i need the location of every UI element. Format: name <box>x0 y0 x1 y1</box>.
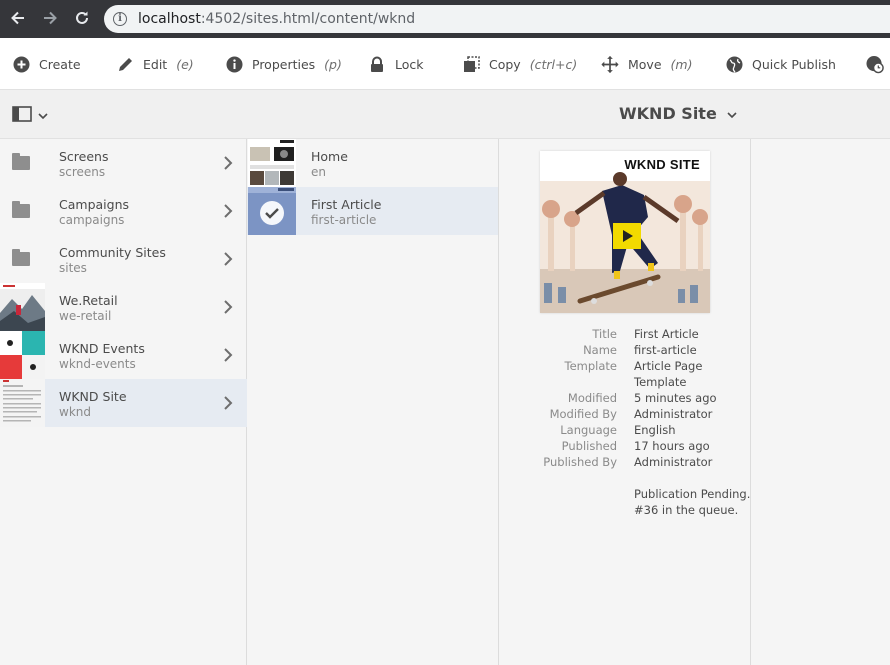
meta-name: Name first-article <box>583 343 697 357</box>
list-item-screens[interactable]: Screens screens <box>0 139 247 187</box>
empty-column <box>751 139 890 665</box>
meta-title: Title First Article <box>592 327 699 341</box>
lock-button[interactable]: Lock <box>368 38 424 90</box>
chevron-down-icon <box>38 109 48 123</box>
rail-toggle-button[interactable] <box>12 106 48 125</box>
site-info-icon[interactable]: i <box>113 12 127 26</box>
lock-icon <box>368 55 386 73</box>
list-item-first-article[interactable]: First Article first-article <box>247 187 498 235</box>
list-item-home[interactable]: Home en <box>247 139 498 187</box>
list-item-we-retail[interactable]: We.Retail we-retail <box>0 283 247 331</box>
browser-toolbar: i localhost:4502/sites.html/content/wknd <box>0 0 890 38</box>
move-button[interactable]: Move (m) <box>601 38 692 90</box>
properties-button[interactable]: Properties (p) <box>225 38 342 90</box>
column-header-bar: WKND Site <box>0 90 890 139</box>
folder-icon <box>12 201 30 218</box>
meta-language: Language English <box>560 423 676 437</box>
site-title-dropdown[interactable]: WKND Site <box>619 104 737 123</box>
column-wknd-pages: Home en First Article first-article <box>247 139 499 665</box>
we-retail-thumbnail <box>0 283 45 331</box>
page-title: WKND Site <box>619 104 717 123</box>
address-bar[interactable]: i localhost:4502/sites.html/content/wknd <box>104 5 890 33</box>
meta-published: Published 17 hours ago <box>561 439 710 453</box>
chevron-right-icon <box>221 154 235 172</box>
meta-modified: Modified 5 minutes ago <box>567 391 717 405</box>
chevron-right-icon <box>221 394 235 412</box>
reload-icon[interactable] <box>72 9 92 29</box>
meta-template-cont: Template <box>634 375 687 389</box>
chevron-right-icon <box>221 250 235 268</box>
meta-template: Template Article Page <box>564 359 703 373</box>
action-bar: Create Edit (e) Properties (p) Lock Copy… <box>0 38 890 90</box>
move-icon <box>601 55 619 73</box>
quick-publish-button[interactable]: Quick Publish <box>725 38 836 90</box>
publication-status: Publication Pending. <box>634 487 751 501</box>
globe-icon <box>725 55 743 73</box>
info-icon <box>225 55 243 73</box>
chevron-right-icon <box>221 346 235 364</box>
page-preview-card[interactable]: WKND SITE <box>540 151 710 313</box>
list-item-campaigns[interactable]: Campaigns campaigns <box>0 187 247 235</box>
globe-clock-icon <box>866 55 884 73</box>
pencil-icon <box>116 55 134 73</box>
meta-published-by: Published By Administrator <box>543 455 713 469</box>
folder-icon <box>12 249 30 266</box>
chevron-right-icon <box>221 298 235 316</box>
preview-brand-logo: WKND SITE <box>624 157 700 172</box>
preview-column: WKND SITE Title First Article Name first-a… <box>499 139 751 665</box>
edit-button[interactable]: Edit (e) <box>116 38 194 90</box>
forward-arrow-icon[interactable] <box>40 9 60 29</box>
first-article-thumbnail <box>248 187 296 235</box>
chevron-down-icon <box>727 104 737 123</box>
wknd-site-thumbnail <box>0 379 45 427</box>
folder-icon <box>12 153 30 170</box>
meta-modified-by: Modified By Administrator <box>549 407 713 421</box>
create-plus-icon <box>12 55 30 73</box>
create-button[interactable]: Create <box>12 38 81 90</box>
queue-position: #36 in the queue. <box>634 503 739 517</box>
back-arrow-icon[interactable] <box>8 9 28 29</box>
home-page-thumbnail <box>248 139 296 187</box>
list-item-wknd-events[interactable]: WKND Events wknd-events <box>0 331 247 379</box>
wknd-events-thumbnail <box>0 331 45 379</box>
list-item-community-sites[interactable]: Community Sites sites <box>0 235 247 283</box>
chevron-right-icon <box>221 202 235 220</box>
article-preview-image <box>540 151 710 313</box>
column-sites-root: Screens screens Campaigns campaigns Comm… <box>0 139 247 665</box>
copy-button[interactable]: Copy (ctrl+c) <box>462 38 577 90</box>
manage-publication-button[interactable] <box>866 38 884 90</box>
list-item-wknd-site[interactable]: WKND Site wknd <box>0 379 247 427</box>
copy-icon <box>462 55 480 73</box>
url-text: localhost:4502/sites.html/content/wknd <box>138 11 416 27</box>
rail-panel-icon <box>12 106 32 125</box>
